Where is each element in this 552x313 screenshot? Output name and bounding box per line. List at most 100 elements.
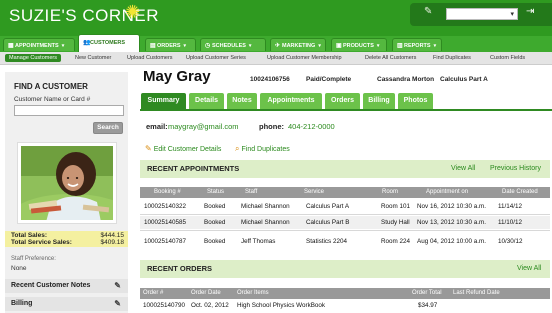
table-row[interactable]: 100025140585 Booked Michael Shannon Calc…: [140, 216, 550, 229]
chevron-down-icon: ▾: [510, 11, 514, 18]
subnav-upload-customers[interactable]: Upload Customers: [127, 55, 173, 61]
col-header[interactable]: Order Total: [412, 290, 442, 296]
logout-icon[interactable]: ⇥: [526, 6, 534, 17]
cell: Calculus Part A: [306, 203, 350, 210]
chevron-down-icon: ▾: [318, 43, 321, 49]
subnav-delete-all-customers[interactable]: Delete All Customers: [365, 55, 416, 61]
appointments-view-all-link[interactable]: View All: [451, 165, 475, 172]
previous-history-link[interactable]: Previous History: [490, 165, 541, 172]
col-header[interactable]: Service: [304, 189, 324, 195]
tab-products[interactable]: ▣PRODUCTS ▾: [331, 38, 387, 51]
user-dropdown[interactable]: ▾: [446, 8, 518, 20]
total-service-sales-label: Total Service Sales:: [11, 239, 72, 246]
cell: 100025140322: [144, 203, 187, 210]
cell: Oct. 02, 2012: [191, 302, 229, 309]
customer-search-label: Customer Name or Card #: [14, 96, 91, 103]
table-row[interactable]: 100025140787 Booked Jeff Thomas Statisti…: [140, 235, 550, 248]
edit-pencil-icon[interactable]: ✎: [114, 281, 121, 290]
tab-orders[interactable]: Orders: [325, 93, 360, 109]
cell: Michael Shannon: [241, 203, 290, 210]
subnav-find-duplicates[interactable]: Find Duplicates: [433, 55, 471, 61]
col-header[interactable]: Order #: [143, 290, 163, 296]
tab-details[interactable]: Details: [189, 93, 224, 109]
sun-flower-icon: ✺: [125, 2, 141, 22]
customer-staff: Cassandra Morton: [377, 76, 435, 83]
col-header[interactable]: Order Date: [191, 290, 221, 296]
subnav-manage-customers[interactable]: Manage Customers: [5, 54, 61, 62]
edit-pencil-icon[interactable]: ✎: [114, 299, 121, 308]
tab-appointments[interactable]: ▦APPOINTMENTS ▾: [3, 38, 75, 51]
staff-preference-value: None: [11, 265, 27, 272]
cell: Aug 04, 2012 10:00 a.m.: [417, 238, 486, 245]
col-header[interactable]: Room: [382, 189, 398, 195]
customer-photo-image: [21, 146, 113, 220]
col-header[interactable]: Staff: [245, 189, 257, 195]
megaphone-icon: ✈: [275, 43, 281, 49]
col-header[interactable]: Order Items: [237, 290, 269, 296]
billing-section[interactable]: Billing ✎: [5, 297, 128, 311]
tab-underline: [140, 109, 552, 111]
subnav-new-customer[interactable]: New Customer: [75, 55, 111, 61]
tab-customers[interactable]: 👥CUSTOMERS: [78, 34, 140, 52]
magnifier-icon: ⌕: [235, 144, 240, 153]
tab-reports[interactable]: ▥REPORTS ▾: [392, 38, 442, 51]
chevron-down-icon: ▾: [61, 43, 65, 49]
cell: Jeff Thomas: [241, 238, 276, 245]
col-header[interactable]: Last Refund Date: [453, 290, 500, 296]
cell: Nov 16, 2012 10:30 a.m.: [417, 203, 486, 210]
orders-view-all-link[interactable]: View All: [517, 265, 541, 272]
tab-notes[interactable]: Notes: [227, 93, 257, 109]
chevron-down-icon: ▾: [376, 43, 380, 49]
cell: 11/10/12: [498, 219, 523, 226]
table-row[interactable]: 100025140790 Oct. 02, 2012 High School P…: [140, 299, 550, 312]
cell: Room 224: [381, 238, 411, 245]
col-header[interactable]: Status: [207, 189, 224, 195]
tab-appointments[interactable]: Appointments: [260, 93, 322, 109]
col-header[interactable]: Date Created: [502, 189, 538, 195]
subnav-custom-fields[interactable]: Custom Fields: [490, 55, 525, 61]
table-row[interactable]: 100025140322 Booked Michael Shannon Calc…: [140, 200, 550, 213]
appointments-section-header: RECENT APPOINTMENTS View All Previous Hi…: [140, 160, 550, 178]
cell: $34.97: [418, 302, 438, 309]
customer-search-input[interactable]: [14, 105, 124, 116]
tab-photos[interactable]: Photos: [398, 93, 433, 109]
user-menu: ✎ ▾ ⇥: [410, 3, 552, 26]
customer-status: Paid/Complete: [306, 76, 352, 83]
pencil-icon: ✎: [145, 144, 152, 153]
subnav-upload-customer-membership[interactable]: Upload Customer Membership: [267, 55, 342, 61]
tab-marketing[interactable]: ✈ MARKETING ▾: [270, 38, 326, 51]
customer-sidebar: FIND A CUSTOMER Customer Name or Card # …: [5, 72, 128, 313]
tab-summary[interactable]: Summary: [141, 93, 186, 109]
users-icon: 👥: [83, 40, 91, 46]
recent-notes-section[interactable]: Recent Customer Notes ✎: [5, 279, 128, 293]
col-header[interactable]: Appointment on: [426, 189, 468, 195]
report-icon: ▥: [397, 43, 403, 49]
tab-schedules[interactable]: ◷ SCHEDULES ▾: [200, 38, 266, 51]
cell: 10/30/12: [498, 238, 523, 245]
cell: Statistics 2204: [306, 238, 347, 245]
chevron-down-icon: ▾: [248, 43, 252, 49]
orders-title: RECENT ORDERS: [147, 264, 213, 273]
cell: Nov 13, 2012 10:30 a.m.: [417, 219, 486, 226]
customer-package: Calculus Part A: [440, 76, 488, 83]
total-sales-value: $444.15: [100, 232, 125, 239]
clock-icon: ◷: [205, 43, 211, 49]
subnav-upload-customer-series[interactable]: Upload Customer Series: [186, 55, 246, 61]
tab-billing[interactable]: Billing: [363, 93, 395, 109]
col-header[interactable]: Booking #: [154, 189, 181, 195]
cell: 11/14/12: [498, 203, 523, 210]
top-header: SUZIE'S CORNER ✺ ✎ ▾ ⇥: [0, 0, 552, 36]
search-button[interactable]: Search: [93, 122, 123, 134]
phone-link[interactable]: 404-212-0000: [288, 122, 335, 131]
edit-customer-link[interactable]: ✎ Edit Customer Details: [145, 144, 221, 153]
cell: Calculus Part B: [306, 219, 350, 226]
find-duplicates-link[interactable]: ⌕ Find Duplicates: [235, 144, 290, 154]
tab-orders[interactable]: ▤ORDERS ▾: [145, 38, 196, 51]
email-label: email:: [146, 122, 168, 131]
email-link[interactable]: maygray@gmail.com: [168, 122, 239, 131]
total-service-sales-value: $409.18: [100, 239, 125, 246]
row-divider: [140, 230, 550, 231]
appointments-title: RECENT APPOINTMENTS: [147, 164, 240, 173]
chevron-down-icon: ▾: [183, 43, 187, 49]
orders-section-header: RECENT ORDERS View All: [140, 260, 550, 278]
